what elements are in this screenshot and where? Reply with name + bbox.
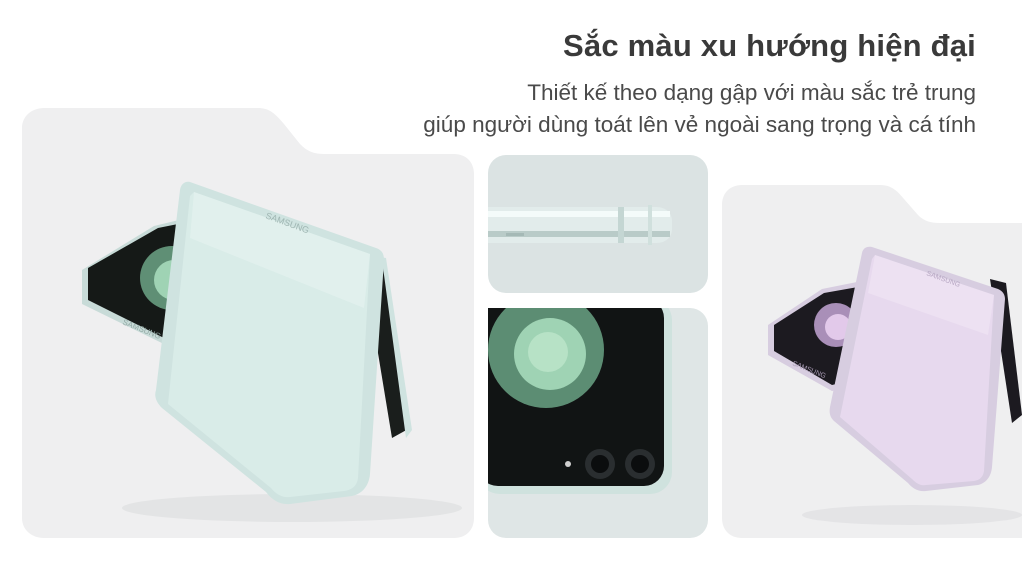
mint-flip-phone-image: SAMSUNG SAMSUNG — [22, 108, 474, 538]
mint-cover-screen-image — [488, 308, 708, 538]
mint-hinge-closeup-image — [488, 155, 708, 293]
description-line-1: Thiết kế theo dạng gập với màu sắc trẻ t… — [527, 80, 976, 105]
section-title: Sắc màu xu hướng hiện đại — [563, 28, 976, 63]
lavender-flip-phone-image: SAMSUNG SAMSUNG — [722, 185, 1022, 538]
